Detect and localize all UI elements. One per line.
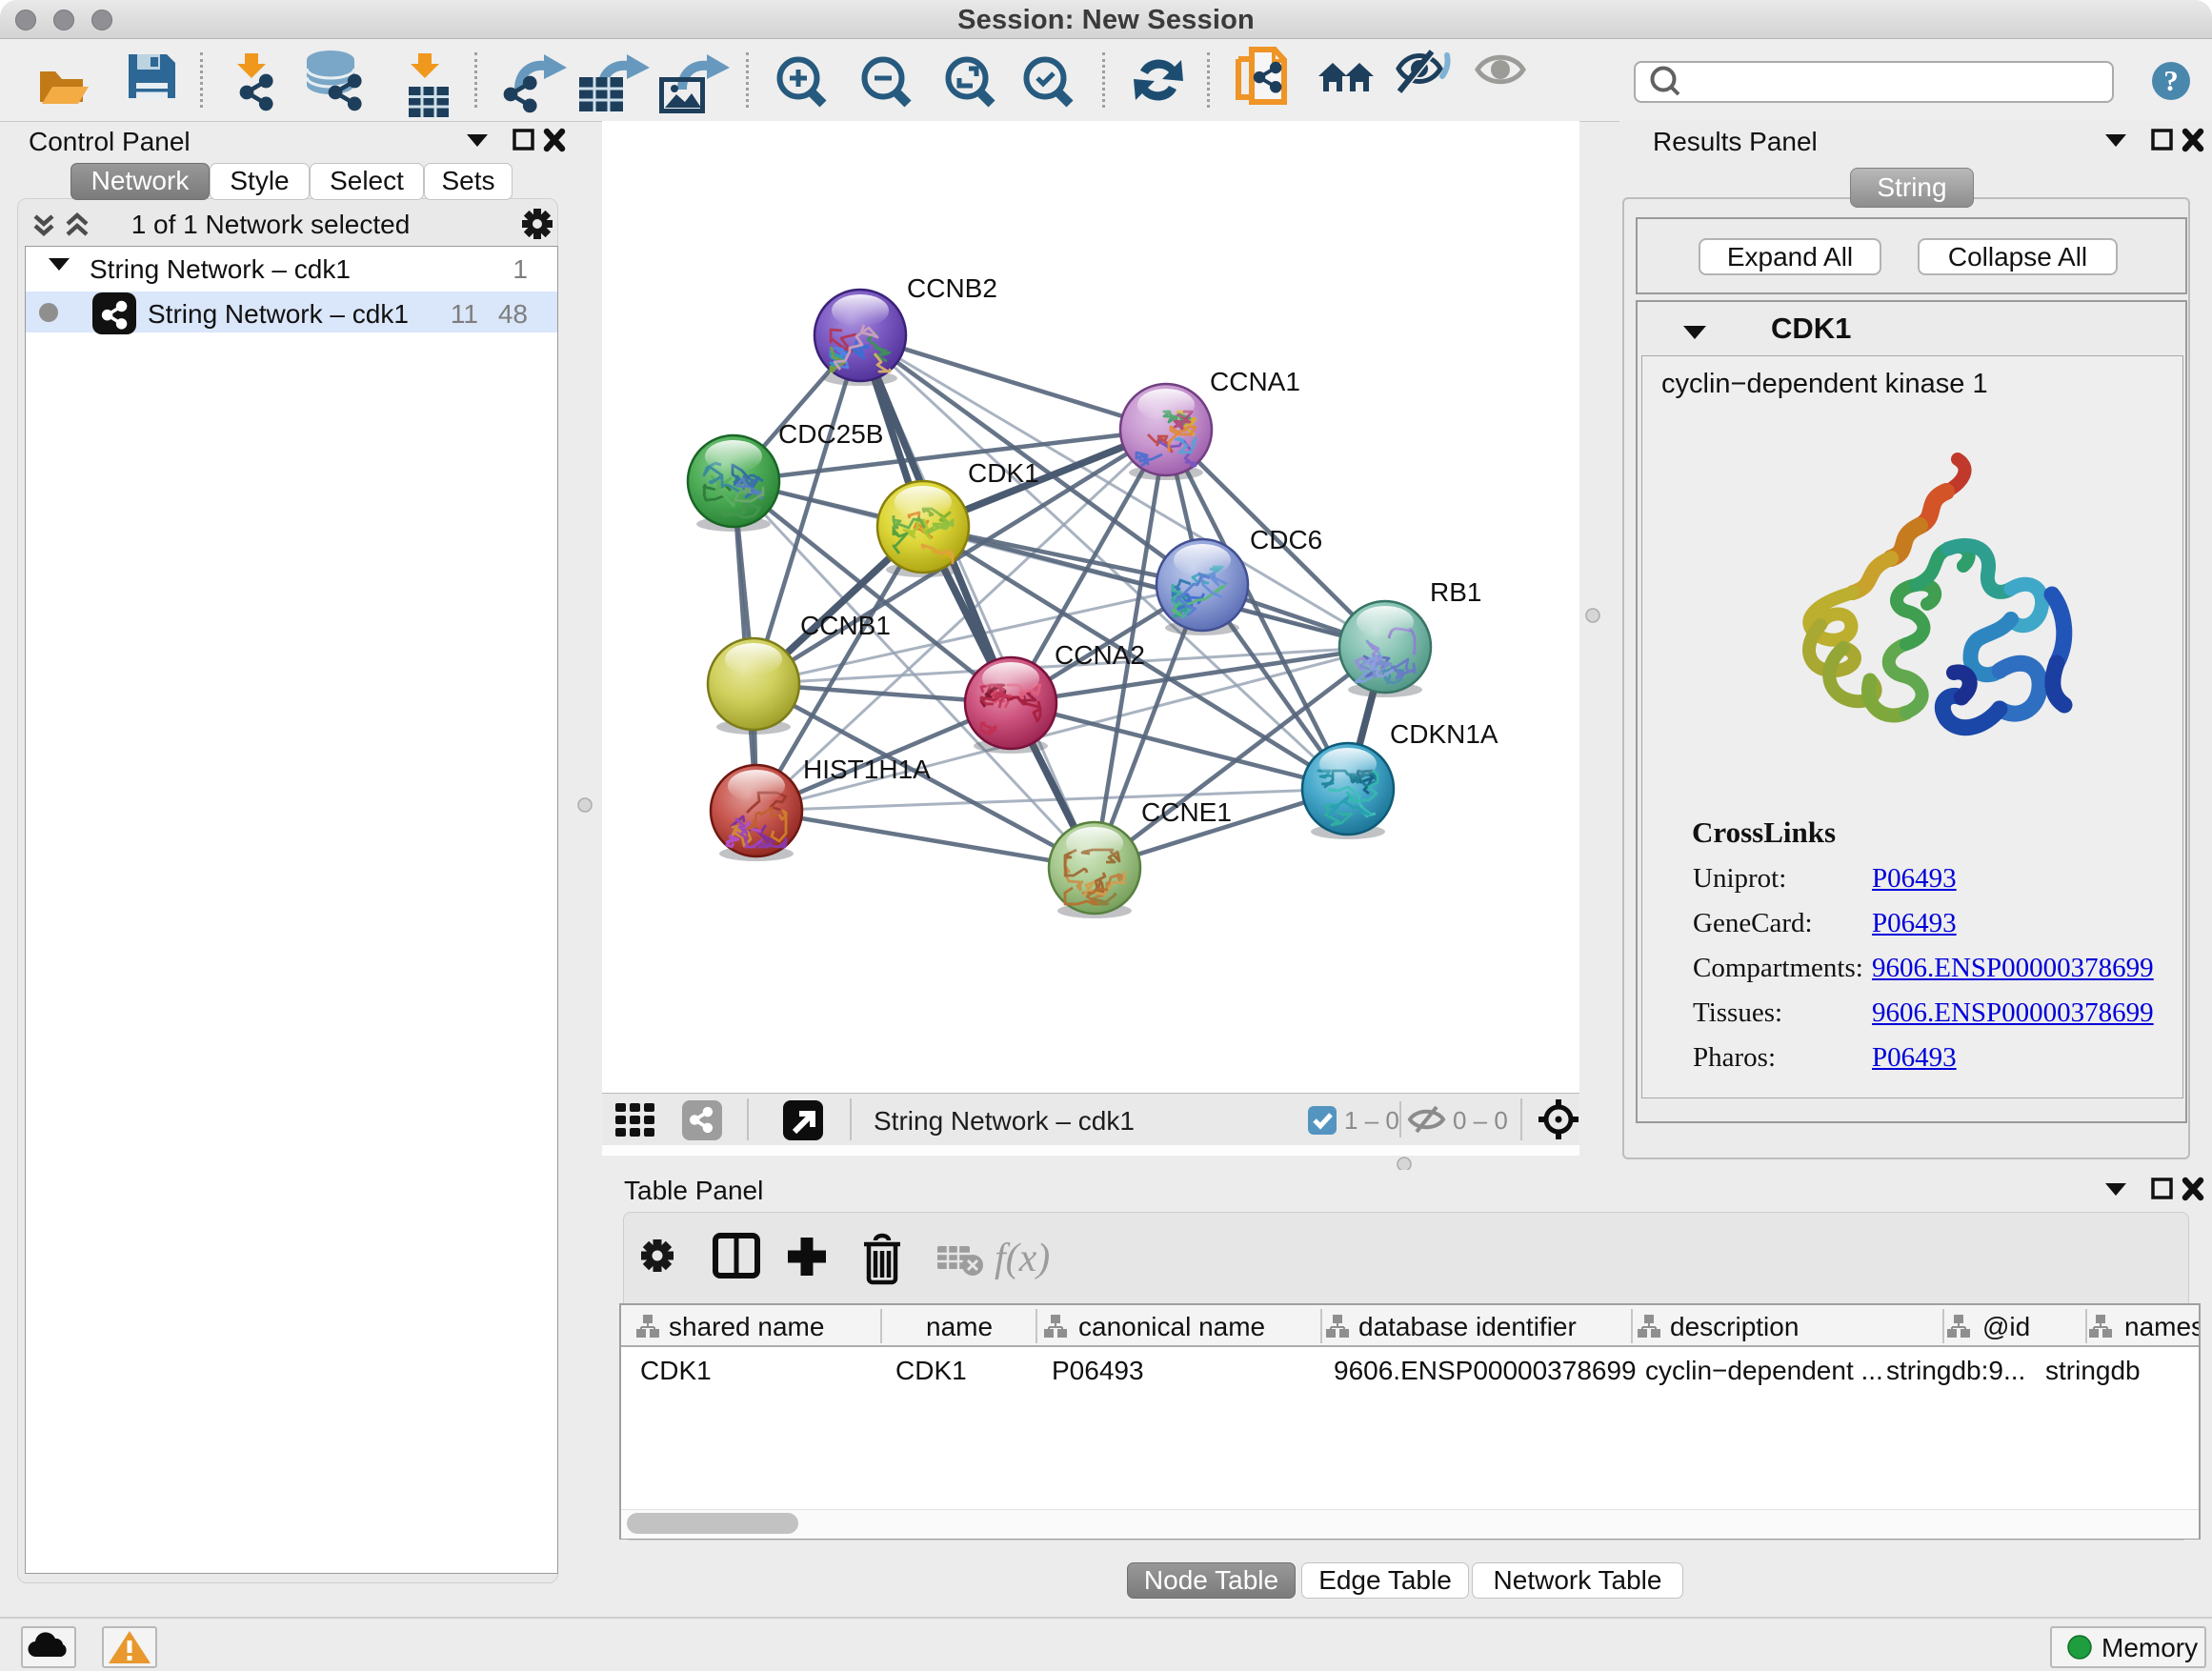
svg-text:CCNE1: CCNE1 bbox=[1141, 797, 1232, 827]
svg-text:database identifier: database identifier bbox=[1358, 1312, 1577, 1341]
svg-text:CCNA1: CCNA1 bbox=[1210, 367, 1300, 396]
svg-text:CDK1: CDK1 bbox=[895, 1356, 967, 1385]
svg-text:stringdb: stringdb bbox=[2045, 1356, 2141, 1385]
svg-text:f(x): f(x) bbox=[995, 1237, 1050, 1280]
svg-text:description: description bbox=[1670, 1312, 1799, 1341]
svg-text:CDKN1A: CDKN1A bbox=[1390, 719, 1498, 749]
svg-text:1 – 0: 1 – 0 bbox=[1344, 1106, 1399, 1135]
svg-text:stringdb:9...: stringdb:9... bbox=[1886, 1356, 2025, 1385]
svg-text:11: 11 bbox=[451, 299, 478, 329]
svg-text:name: name bbox=[926, 1312, 993, 1341]
svg-text:9606.ENSP00000378699: 9606.ENSP00000378699 bbox=[1334, 1356, 1637, 1385]
svg-text:String Network – cdk1: String Network – cdk1 bbox=[90, 254, 351, 284]
svg-text:CDK1: CDK1 bbox=[640, 1356, 712, 1385]
svg-text:CCNA2: CCNA2 bbox=[1055, 640, 1145, 670]
svg-text:CDK1: CDK1 bbox=[968, 458, 1039, 488]
svg-text:0 – 0: 0 – 0 bbox=[1453, 1106, 1508, 1135]
svg-text:String Network – cdk1: String Network – cdk1 bbox=[148, 299, 409, 329]
svg-text:String Network – cdk1: String Network – cdk1 bbox=[874, 1106, 1135, 1136]
svg-text:CCNB2: CCNB2 bbox=[907, 273, 997, 303]
svg-text:namespac: namespac bbox=[2124, 1312, 2199, 1341]
svg-text:1 of 1 Network selected: 1 of 1 Network selected bbox=[131, 210, 411, 239]
svg-text:shared name: shared name bbox=[669, 1312, 824, 1341]
svg-text:CDC25B: CDC25B bbox=[778, 419, 883, 449]
svg-text:?: ? bbox=[2163, 64, 2179, 97]
svg-text:CDC6: CDC6 bbox=[1250, 525, 1322, 554]
svg-text:canonical name: canonical name bbox=[1078, 1312, 1265, 1341]
svg-text:48: 48 bbox=[498, 299, 528, 329]
svg-text:P06493: P06493 bbox=[1052, 1356, 1144, 1385]
svg-text:RB1: RB1 bbox=[1430, 577, 1481, 607]
svg-text:@id: @id bbox=[1982, 1312, 2030, 1341]
svg-text:CCNB1: CCNB1 bbox=[800, 611, 891, 640]
svg-text:1: 1 bbox=[513, 254, 528, 284]
svg-text:cyclin−dependent ...: cyclin−dependent ... bbox=[1645, 1356, 1883, 1385]
svg-text:HIST1H1A: HIST1H1A bbox=[803, 755, 931, 784]
